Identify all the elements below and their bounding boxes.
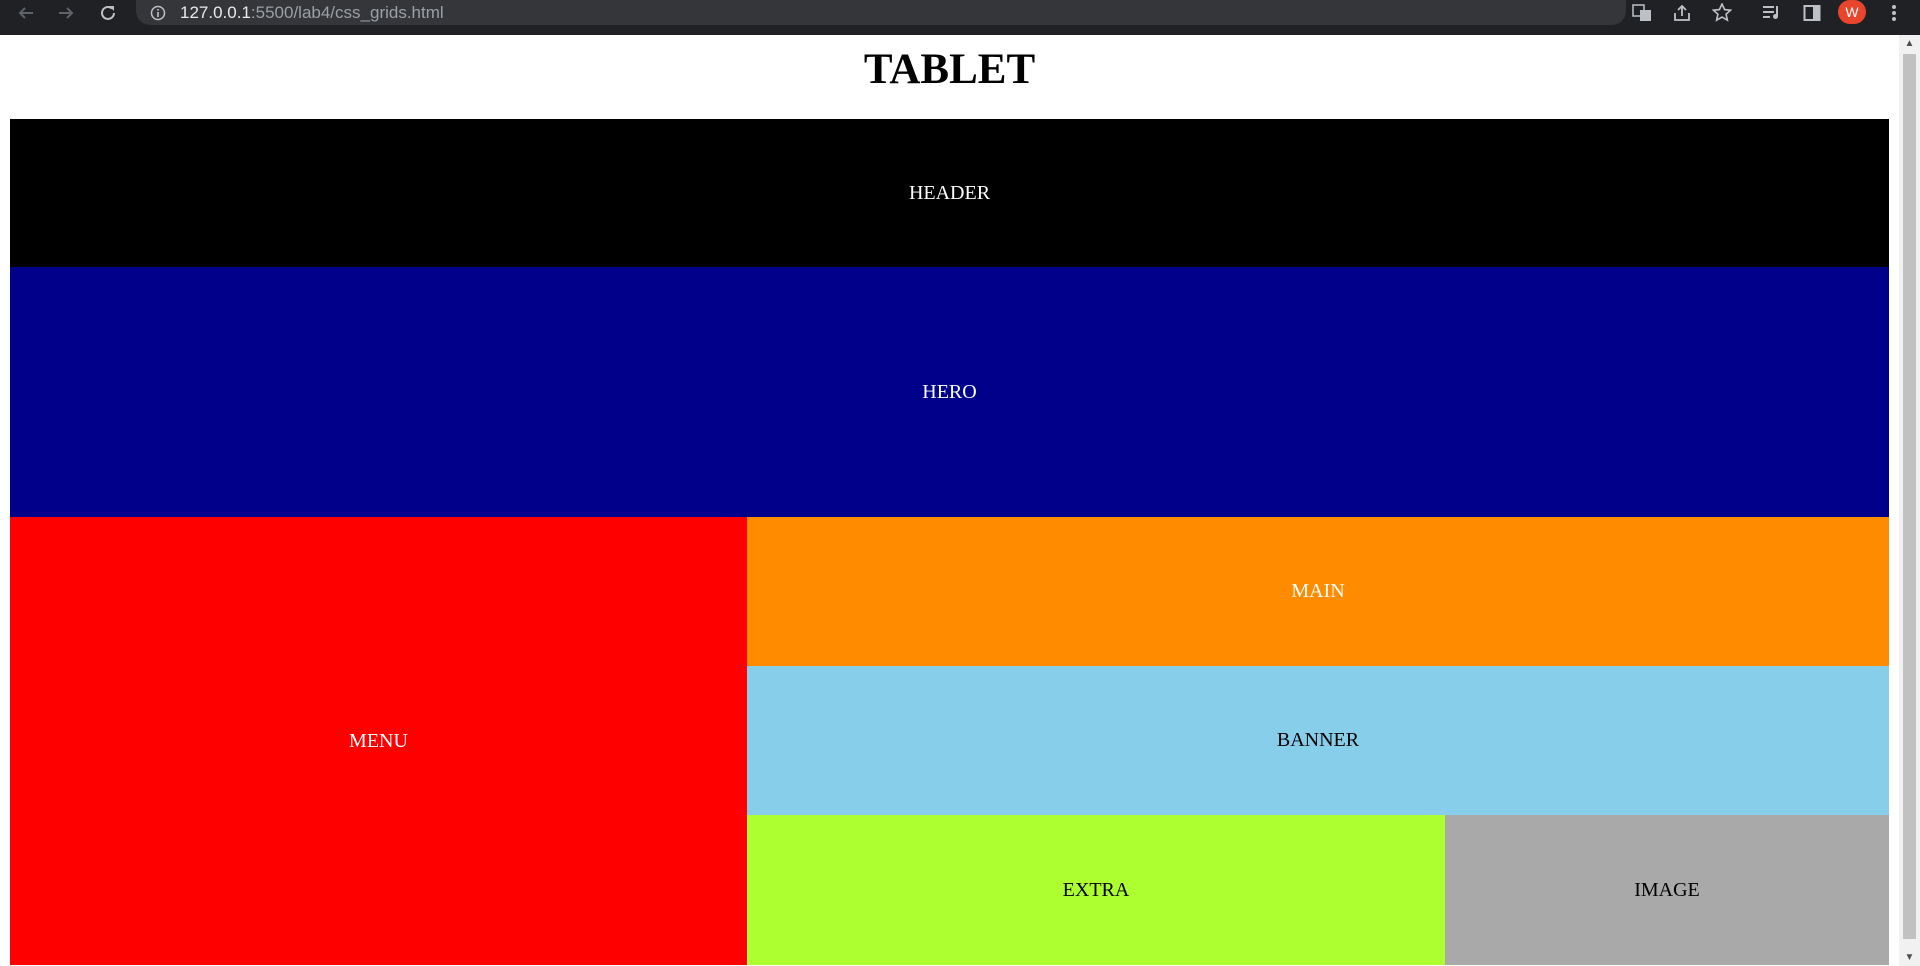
extra-section: EXTRA	[747, 815, 1445, 965]
scrollbar-thumb[interactable]	[1903, 54, 1916, 939]
page-content: TABLET HEADER HERO MENU MAIN BANNER EXTR…	[0, 35, 1899, 966]
url-host: 127.0.0.1	[180, 2, 251, 22]
browser-toolbar: 127.0.0.1:5500/lab4/css_grids.html W	[0, 0, 1920, 35]
main-label: MAIN	[1291, 580, 1345, 602]
forward-icon[interactable]	[48, 0, 84, 25]
url-path: :5500/lab4/css_grids.html	[250, 2, 444, 22]
share-icon[interactable]	[1666, 0, 1698, 25]
menu-icon[interactable]	[1878, 0, 1910, 25]
hero-label: HERO	[922, 380, 977, 403]
banner-section: BANNER	[747, 666, 1889, 815]
star-icon[interactable]	[1706, 0, 1738, 25]
back-icon[interactable]	[8, 0, 44, 25]
image-section: IMAGE	[1445, 815, 1889, 965]
image-label: IMAGE	[1634, 878, 1700, 901]
menu-label: MENU	[349, 729, 408, 752]
banner-label: BANNER	[1276, 729, 1360, 751]
scroll-down-arrow-icon[interactable]: ▼	[1899, 949, 1920, 966]
hero-section: HERO	[10, 267, 1889, 517]
header-label: HEADER	[908, 181, 991, 204]
reading-list-icon[interactable]	[1756, 0, 1788, 25]
main-section: MAIN	[747, 517, 1889, 666]
menu-section: MENU	[10, 517, 747, 965]
profile-avatar[interactable]: W	[1838, 0, 1866, 24]
reload-icon[interactable]	[90, 0, 126, 25]
info-icon[interactable]	[150, 5, 166, 21]
page-title: TABLET	[863, 46, 1036, 93]
side-panel-icon[interactable]	[1796, 0, 1828, 25]
vertical-scrollbar[interactable]: ▲ ▼	[1899, 35, 1920, 966]
header-section: HEADER	[10, 119, 1889, 267]
scroll-up-arrow-icon[interactable]: ▲	[1899, 35, 1920, 52]
address-bar[interactable]: 127.0.0.1:5500/lab4/css_grids.html	[136, 0, 1626, 25]
extra-label: EXTRA	[1062, 878, 1130, 901]
translate-icon[interactable]	[1626, 0, 1658, 25]
